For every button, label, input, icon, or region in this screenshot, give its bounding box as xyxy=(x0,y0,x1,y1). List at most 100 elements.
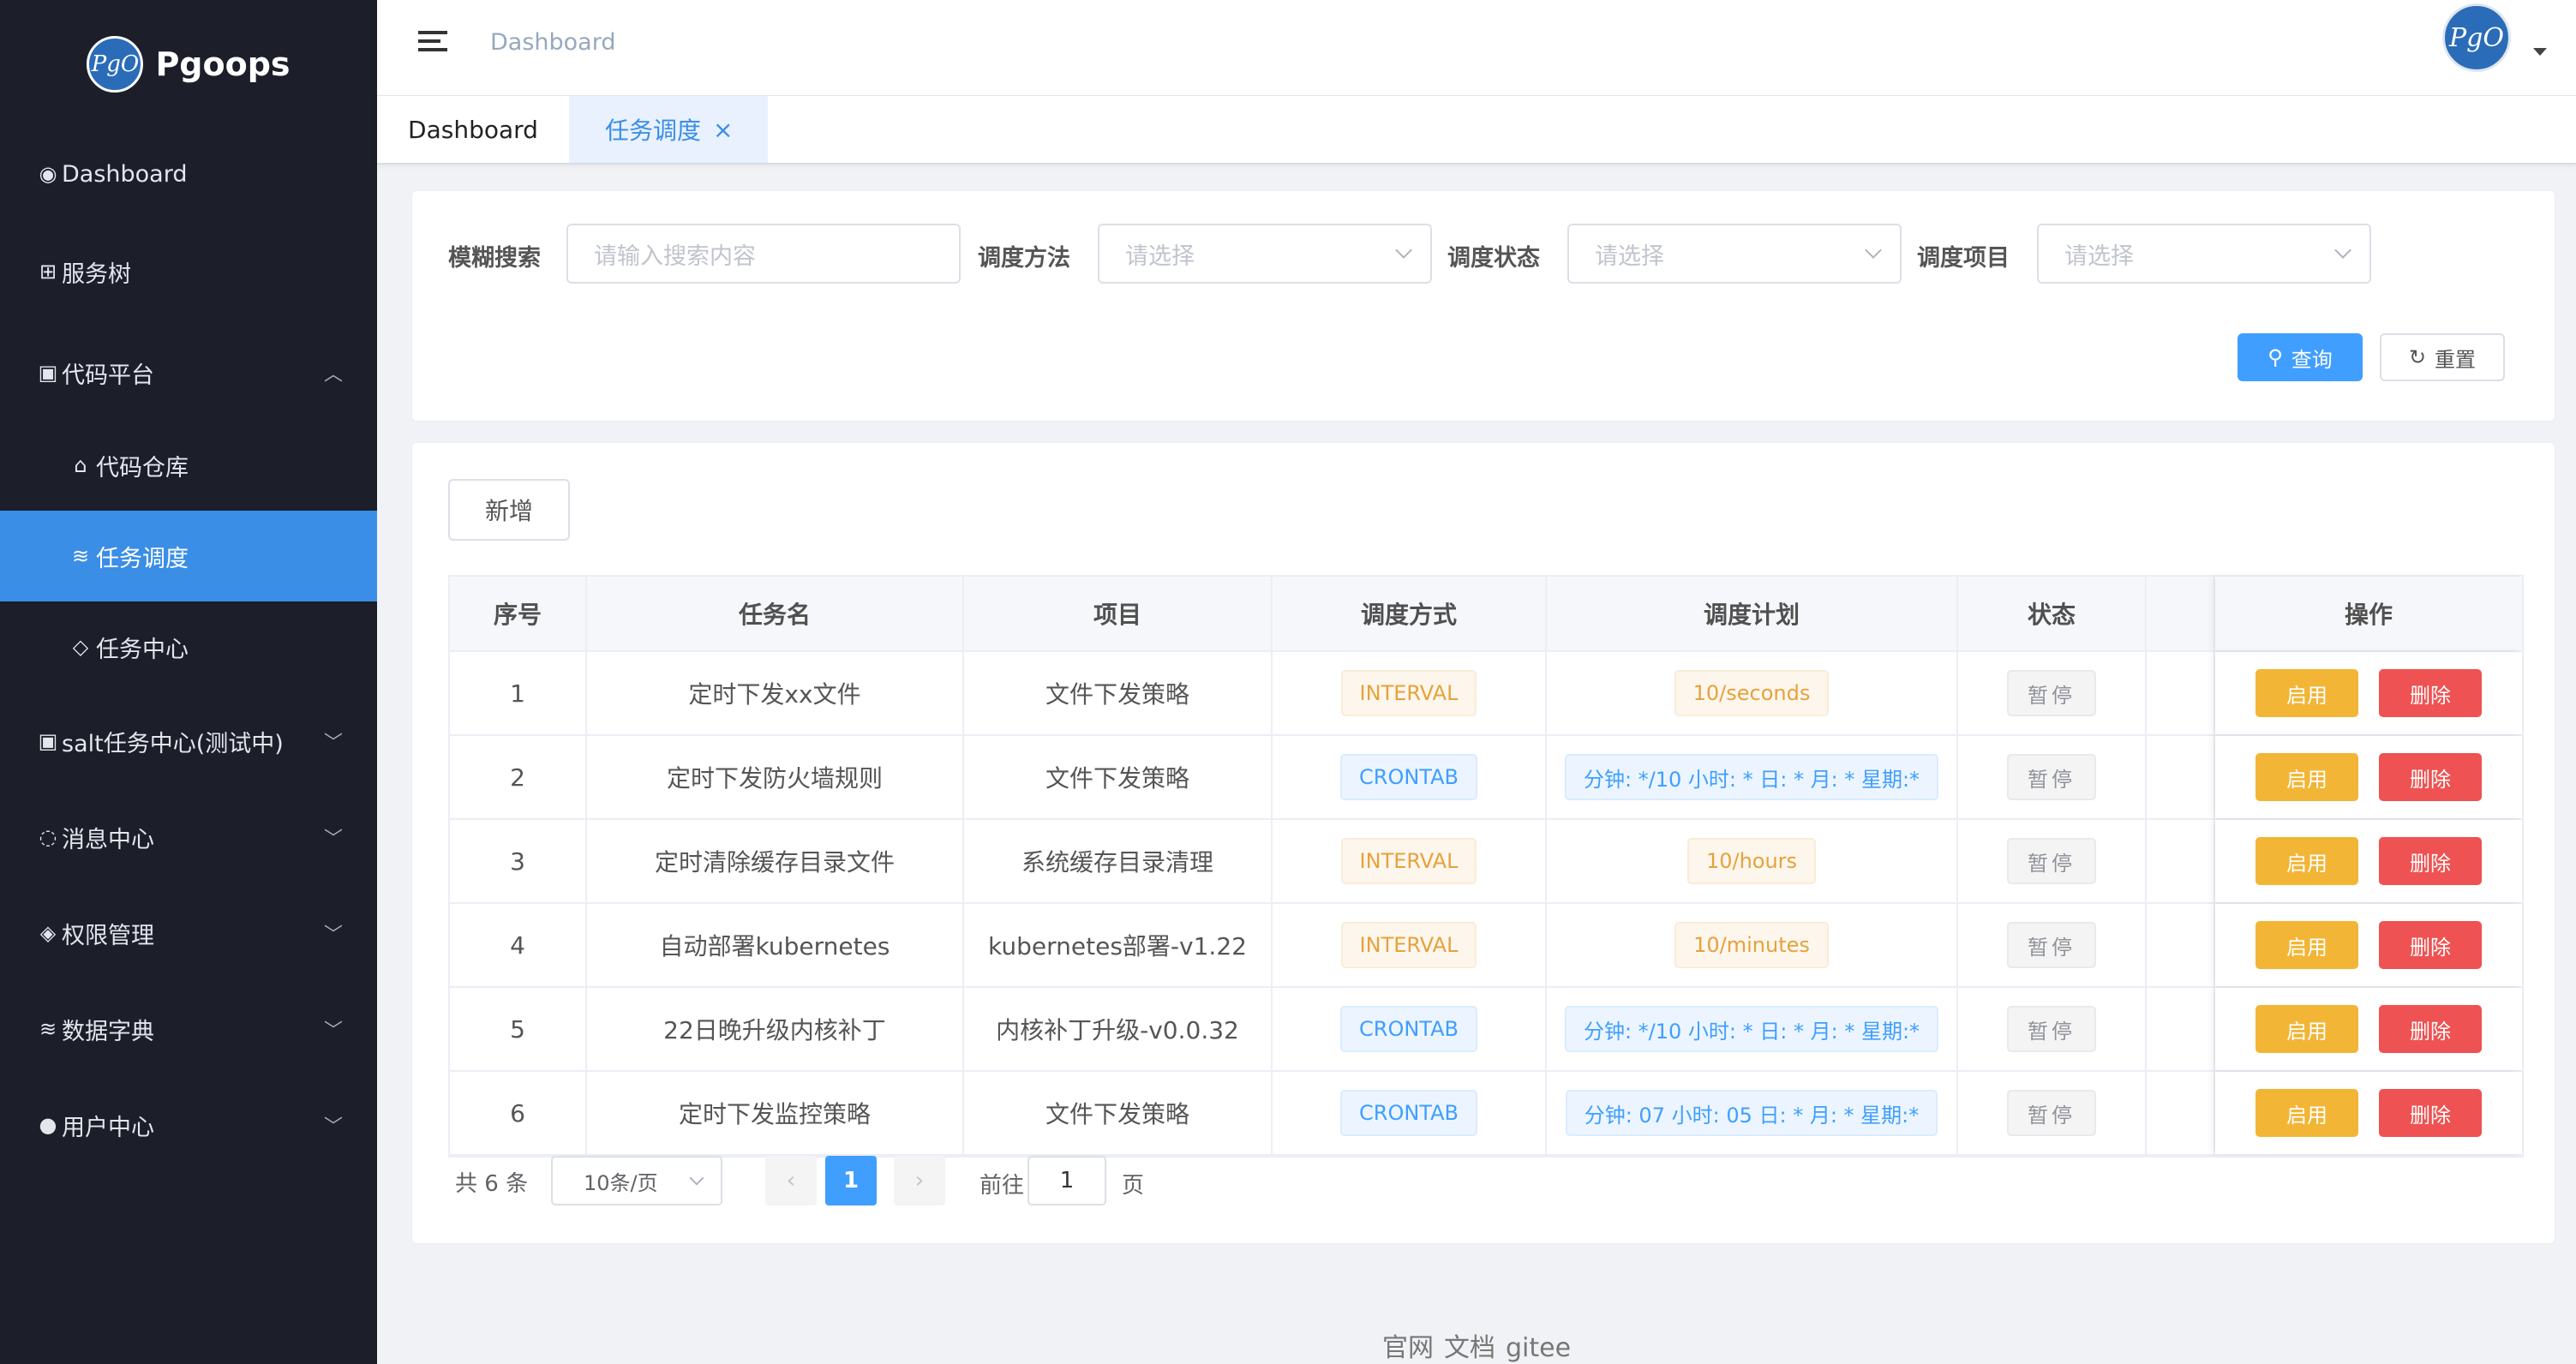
query-button[interactable]: ⚲ 查询 xyxy=(2238,333,2363,381)
logo[interactable]: PgO Pgoops xyxy=(0,0,377,129)
sidebar-item-task-center[interactable]: ◇ 任务中心 xyxy=(0,601,377,692)
fuzzy-search-label: 模糊搜索 xyxy=(448,245,541,272)
enable-button[interactable]: 启用 xyxy=(2255,1089,2358,1137)
sidebar-item-label: 数据字典 xyxy=(62,1018,154,1045)
plan-tag: 10/seconds xyxy=(1674,670,1830,716)
status-tag: 暂停 xyxy=(2007,1006,2096,1052)
next-page-button[interactable]: › xyxy=(894,1156,945,1205)
column-header: 项目 xyxy=(964,577,1273,650)
select-placeholder: 请选择 xyxy=(1595,242,1664,270)
enable-button[interactable]: 启用 xyxy=(2255,921,2358,969)
cell-status: 暂停 xyxy=(1958,904,2147,986)
reset-button[interactable]: ↻ 重置 xyxy=(2380,333,2505,381)
cell-project: 文件下发策略 xyxy=(964,652,1273,734)
close-icon[interactable]: × xyxy=(713,116,733,144)
delete-button[interactable]: 删除 xyxy=(2379,669,2482,717)
column-header: 序号 xyxy=(450,577,587,650)
pagination: 共 6 条 10条/页 ‹ 1 › 前往 1 页 xyxy=(455,1156,1226,1207)
page-suffix: 页 xyxy=(1122,1173,1145,1199)
dashboard-icon: ◉ xyxy=(39,162,57,186)
prev-page-button[interactable]: ‹ xyxy=(765,1156,817,1205)
chevron-down-icon xyxy=(689,1170,704,1186)
avatar[interactable]: PgO xyxy=(2442,3,2511,72)
caret-down-icon[interactable] xyxy=(2533,48,2547,56)
status-select[interactable]: 请选择 xyxy=(1567,224,1902,284)
cell-task-name: 定时下发防火墙规则 xyxy=(587,736,964,818)
delete-button[interactable]: 删除 xyxy=(2379,753,2482,801)
cell-status: 暂停 xyxy=(1958,736,2147,818)
cell-id: 1 xyxy=(450,652,587,734)
cell-plan: 分钟: 07 小时: 05 日: * 月: * 星期:* xyxy=(1547,1072,1958,1154)
chevron-down-icon: ﹀ xyxy=(323,1116,343,1138)
plan-tag: 10/minutes xyxy=(1674,922,1829,968)
footer-link-gitee[interactable]: gitee xyxy=(1506,1333,1571,1363)
enable-button[interactable]: 启用 xyxy=(2255,837,2358,885)
breadcrumb[interactable]: Dashboard xyxy=(490,29,615,56)
cell-id: 6 xyxy=(450,1072,587,1154)
fuzzy-search-input[interactable]: 请输入搜索内容 xyxy=(566,224,961,284)
cell-actions: 启用 删除 xyxy=(2215,736,2522,818)
sidebar-item-label: 服务树 xyxy=(62,260,131,288)
cell-method: CRONTAB xyxy=(1273,988,1547,1070)
cell-empty xyxy=(2147,1072,2215,1154)
enable-button[interactable]: 启用 xyxy=(2255,669,2358,717)
cell-status: 暂停 xyxy=(1958,820,2147,902)
enable-button[interactable]: 启用 xyxy=(2255,1005,2358,1053)
chevron-down-icon xyxy=(1395,242,1412,259)
method-tag: CRONTAB xyxy=(1340,754,1477,800)
add-task-button[interactable]: 新增 xyxy=(448,479,570,541)
footer-link-website[interactable]: 官网 xyxy=(1382,1333,1434,1363)
sidebar-item-label: 任务调度 xyxy=(96,545,189,572)
table-row: 6 定时下发监控策略 文件下发策略 CRONTAB 分钟: 07 小时: 05 日: *… xyxy=(450,1072,2522,1156)
cell-status: 暂停 xyxy=(1958,988,2147,1070)
sidebar-item-user-center[interactable]: ● 用户中心 ﹀ xyxy=(0,1080,377,1170)
method-tag: INTERVAL xyxy=(1340,922,1477,968)
hamburger-icon[interactable] xyxy=(418,31,447,57)
cell-method: INTERVAL xyxy=(1273,904,1547,986)
reset-label: 重置 xyxy=(2435,347,2477,372)
project-select[interactable]: 请选择 xyxy=(2037,224,2371,284)
sidebar-item-task-schedule[interactable]: ≋ 任务调度 xyxy=(0,511,377,601)
status-tag: 暂停 xyxy=(2007,670,2096,716)
method-tag: CRONTAB xyxy=(1340,1006,1477,1052)
cell-method: INTERVAL xyxy=(1273,820,1547,902)
delete-button[interactable]: 删除 xyxy=(2379,921,2482,969)
schedule-icon: ≋ xyxy=(71,544,90,568)
column-header: 调度方式 xyxy=(1273,577,1547,650)
sidebar-item-service-tree[interactable]: ⊞ 服务树 xyxy=(0,226,377,317)
table-header: 序号 任务名 项目 调度方式 调度计划 状态 操作 xyxy=(450,577,2522,652)
delete-button[interactable]: 删除 xyxy=(2379,1005,2482,1053)
cell-project: 内核补丁升级-v0.0.32 xyxy=(964,988,1273,1070)
page-size-select[interactable]: 10条/页 xyxy=(551,1156,722,1205)
delete-button[interactable]: 删除 xyxy=(2379,1089,2482,1137)
sidebar-item-label: salt任务中心(测试中) xyxy=(62,730,284,757)
table-row: 3 定时清除缓存目录文件 系统缓存目录清理 INTERVAL 10/hours 暂停 启用删… xyxy=(450,820,2522,904)
sidebar-item-code-repo[interactable]: ⌂ 代码仓库 xyxy=(0,420,377,511)
method-select[interactable]: 请选择 xyxy=(1098,224,1432,284)
sidebar-item-permission[interactable]: ◈ 权限管理 ﹀ xyxy=(0,888,377,978)
cell-actions: 启用 删除 xyxy=(2215,1072,2522,1154)
enable-button[interactable]: 启用 xyxy=(2255,753,2358,801)
footer-link-docs[interactable]: 文档 xyxy=(1444,1333,1495,1363)
page-number-1[interactable]: 1 xyxy=(825,1156,877,1205)
sidebar: PgO Pgoops ◉ Dashboard ⊞ 服务树 ▣ 代码平台 ︿ ⌂ … xyxy=(0,0,377,1364)
chevron-down-icon: ﹀ xyxy=(323,924,343,946)
cell-empty xyxy=(2147,904,2215,986)
sidebar-item-label: 用户中心 xyxy=(62,1114,154,1141)
goto-page-input[interactable]: 1 xyxy=(1027,1156,1106,1205)
logo-icon: PgO xyxy=(87,36,144,93)
sidebar-item-message-center[interactable]: ◌ 消息中心 ﹀ xyxy=(0,792,377,882)
delete-button[interactable]: 删除 xyxy=(2379,837,2482,885)
task-table: 序号 任务名 项目 调度方式 调度计划 状态 操作 1 定时下发xx文件 文件下发策… xyxy=(448,575,2524,1158)
cell-id: 3 xyxy=(450,820,587,902)
tab-dashboard[interactable]: Dashboard xyxy=(377,96,569,163)
sidebar-item-dashboard[interactable]: ◉ Dashboard xyxy=(0,129,377,219)
cell-method: CRONTAB xyxy=(1273,1072,1547,1154)
cell-task-name: 定时清除缓存目录文件 xyxy=(587,820,964,902)
sidebar-item-dictionary[interactable]: ≋ 数据字典 ﹀ xyxy=(0,984,377,1074)
sidebar-item-code-platform[interactable]: ▣ 代码平台 ︿ xyxy=(0,327,377,418)
column-header: 调度计划 xyxy=(1547,577,1958,650)
tree-icon: ⊞ xyxy=(39,260,57,284)
sidebar-item-salt-task-center[interactable]: ▣ salt任务中心(测试中) ﹀ xyxy=(0,696,377,787)
tab-task-schedule[interactable]: 任务调度 × xyxy=(569,96,768,163)
